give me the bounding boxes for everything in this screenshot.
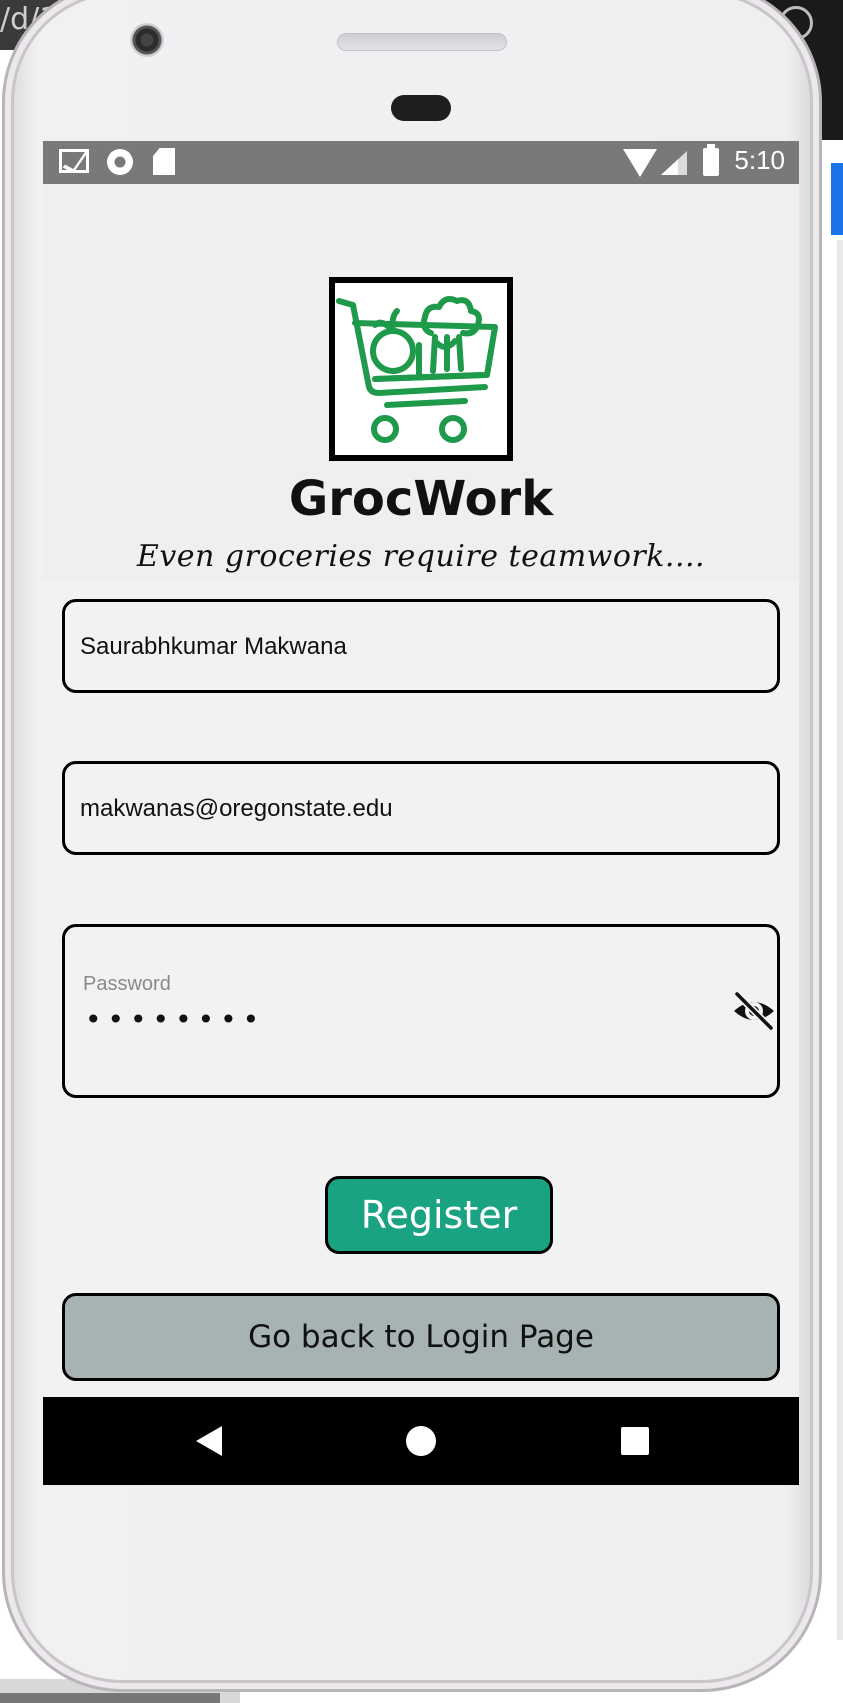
back-triangle-icon[interactable] — [196, 1426, 222, 1456]
gmail-icon — [59, 149, 89, 173]
phone-screen: 5:10 GrocWork Even groceries require tea… — [43, 141, 799, 1485]
circle-notification-icon — [107, 149, 133, 175]
register-button[interactable]: Register — [325, 1176, 553, 1254]
password-label: Password — [83, 973, 171, 995]
navigation-bar — [43, 1397, 799, 1485]
email-input[interactable] — [80, 792, 762, 826]
grocery-cart-logo-icon — [336, 296, 498, 443]
eye-off-icon[interactable] — [731, 991, 777, 1031]
password-field[interactable]: Password •••••••• — [62, 924, 780, 1098]
app-tagline: Even groceries require teamwork.... — [136, 539, 706, 574]
app-title: GrocWork — [288, 471, 554, 527]
earpiece-speaker — [337, 33, 507, 51]
proximity-sensor — [391, 95, 451, 121]
app-logo — [329, 277, 513, 461]
name-field[interactable] — [62, 599, 780, 693]
password-input[interactable]: •••••••• — [85, 1003, 265, 1036]
phone-frame: 5:10 GrocWork Even groceries require tea… — [2, 0, 822, 1692]
status-time: 5:10 — [734, 145, 785, 175]
back-to-login-button[interactable]: Go back to Login Page — [62, 1293, 780, 1381]
email-field[interactable] — [62, 761, 780, 855]
background-scrollbar — [837, 240, 843, 1640]
background-blue-tab — [831, 163, 843, 235]
recents-square-icon[interactable] — [621, 1427, 649, 1455]
status-bar: 5:10 — [43, 141, 799, 184]
sd-card-icon — [153, 148, 175, 175]
front-camera-icon — [130, 23, 164, 57]
background-bottom-bar — [0, 1693, 220, 1703]
wifi-icon — [623, 149, 657, 177]
home-circle-icon[interactable] — [406, 1426, 436, 1456]
battery-icon — [703, 144, 719, 176]
name-input[interactable] — [80, 630, 762, 664]
